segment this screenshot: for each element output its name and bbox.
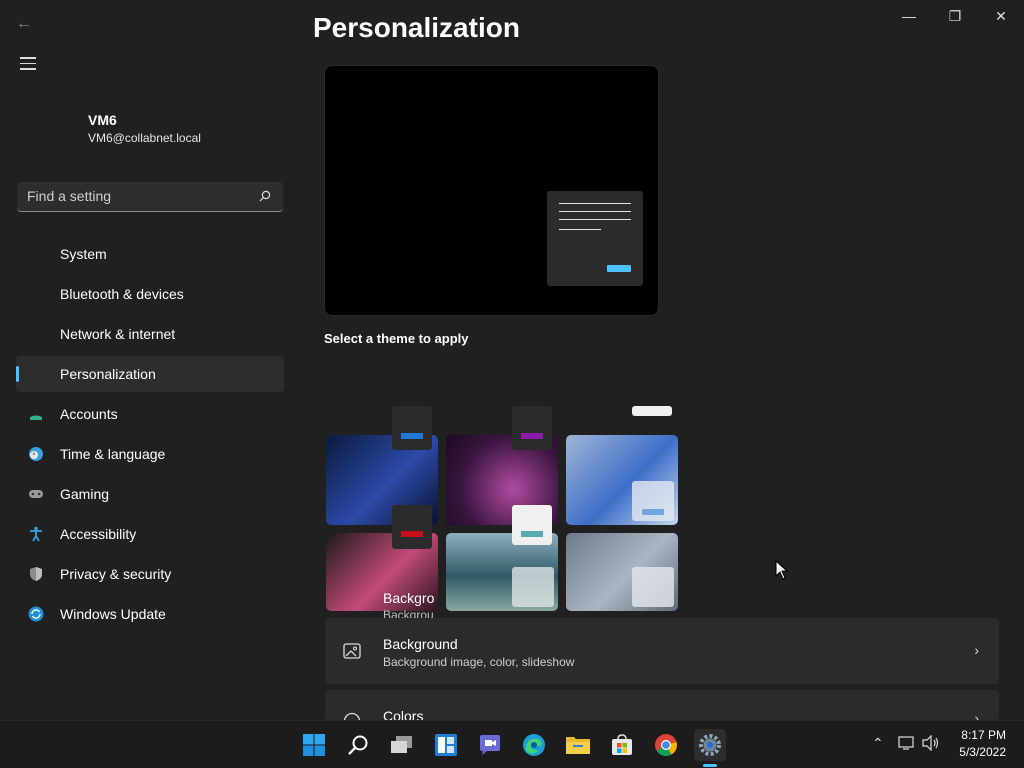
search-icon[interactable] [259, 190, 271, 202]
theme-mini-window [512, 406, 552, 450]
sidebar-item-label: Windows Update [60, 606, 166, 622]
row-title: Background [383, 636, 458, 652]
user-name: VM6 [88, 112, 117, 128]
back-arrow-icon: ← [16, 15, 32, 32]
theme-mini-window [632, 406, 672, 416]
theme-preview [324, 65, 659, 316]
theme-tile-light-blue[interactable] [566, 435, 678, 525]
clock[interactable]: 8:17 PM 5/3/2022 [959, 727, 1006, 761]
close-button[interactable]: ✕ [978, 0, 1024, 32]
mouse-cursor-icon [775, 560, 789, 580]
file-explorer-button[interactable] [562, 729, 594, 761]
sidebar-item-label: Bluetooth & devices [60, 286, 184, 302]
sidebar-item-time-language[interactable]: Time & language [16, 436, 284, 472]
chevron-right-icon: › [974, 710, 979, 720]
accessibility-icon [30, 526, 42, 542]
task-view-button[interactable] [386, 729, 418, 761]
chevron-up-icon[interactable]: ⌃ [872, 735, 884, 752]
user-email: VM6@collabnet.local [88, 131, 201, 145]
chevron-right-icon: › [974, 642, 979, 658]
clock-date: 5/3/2022 [959, 745, 1006, 759]
preview-window [547, 191, 643, 286]
file-explorer-icon [566, 737, 590, 754]
sidebar-item-label: System [60, 246, 107, 262]
volume-icon[interactable] [922, 735, 940, 751]
sidebar-item-privacy-security[interactable]: Privacy & security [16, 556, 284, 592]
search-box [17, 182, 283, 212]
hamburger-menu-icon[interactable] [20, 57, 36, 71]
search-icon [348, 735, 368, 755]
page-title: Personalization [313, 12, 520, 43]
sidebar-item-label: Gaming [60, 486, 110, 502]
task-view-icon [391, 736, 412, 753]
network-icon[interactable] [898, 735, 916, 751]
start-button[interactable] [298, 729, 330, 761]
sidebar-item-windows-update[interactable]: Windows Update [16, 596, 284, 632]
taskbar-search-button[interactable] [342, 729, 374, 761]
sidebar-item-network[interactable]: Network & internet [16, 316, 284, 352]
row-subtitle: Background image, color, slideshow [383, 655, 575, 669]
sidebar-item-label: Personalization [60, 366, 156, 382]
back-button[interactable]: ← [14, 14, 34, 34]
start-icon [303, 734, 325, 756]
settings-button[interactable] [694, 729, 726, 767]
sidebar-item-accessibility[interactable]: Accessibility [16, 516, 284, 552]
chrome-icon [655, 734, 677, 756]
widgets-icon [435, 734, 457, 756]
sidebar-item-label: Privacy & security [60, 566, 172, 582]
shield-icon [30, 567, 42, 581]
widgets-button[interactable] [430, 729, 462, 761]
palette-icon [343, 712, 361, 720]
sidebar-item-personalization[interactable]: Personalization [16, 356, 284, 392]
taskbar: ⌃ 8:17 PM 5/3/2022 [0, 720, 1024, 768]
sidebar-item-system[interactable]: System [16, 236, 284, 272]
teams-chat-icon [480, 735, 500, 755]
sidebar-item-label: Accounts [60, 406, 118, 422]
image-icon [343, 643, 361, 659]
clock-globe-icon [29, 447, 43, 461]
row-title: Colors [383, 708, 424, 720]
store-button[interactable] [606, 729, 638, 761]
restore-icon: ❐ [948, 7, 962, 24]
ghost-row-title: Backgro [383, 590, 435, 606]
minimize-icon: — [902, 8, 916, 24]
restore-button[interactable]: ❐ [932, 0, 978, 32]
theme-mini-window [512, 505, 552, 545]
minimize-button[interactable]: — [886, 0, 932, 32]
gamepad-icon [29, 490, 43, 498]
colors-row[interactable]: Colors › [325, 690, 999, 720]
sidebar-item-bluetooth[interactable]: Bluetooth & devices [16, 276, 284, 312]
sidebar-item-accounts[interactable]: Accounts [16, 396, 284, 432]
teams-chat-button[interactable] [474, 729, 506, 761]
theme-mini-window [392, 406, 432, 450]
settings-icon [699, 734, 721, 756]
sidebar-item-label: Network & internet [60, 326, 176, 342]
theme-mini-window [392, 505, 432, 549]
chrome-button[interactable] [650, 729, 682, 761]
accounts-icon [30, 415, 42, 420]
theme-section-label: Select a theme to apply [324, 331, 469, 346]
edge-icon [523, 734, 545, 756]
sidebar-item-label: Accessibility [60, 526, 137, 542]
search-input[interactable] [27, 188, 247, 204]
close-icon: ✕ [995, 7, 1007, 24]
edge-button[interactable] [518, 729, 550, 761]
store-icon [612, 734, 632, 755]
sidebar-item-label: Time & language [60, 446, 166, 462]
theme-tile-captured-motion[interactable] [566, 533, 678, 611]
sidebar-item-gaming[interactable]: Gaming [16, 476, 284, 512]
clock-time: 8:17 PM [961, 728, 1006, 742]
update-icon [28, 606, 44, 622]
background-row[interactable]: Background Background image, color, slid… [325, 618, 999, 684]
